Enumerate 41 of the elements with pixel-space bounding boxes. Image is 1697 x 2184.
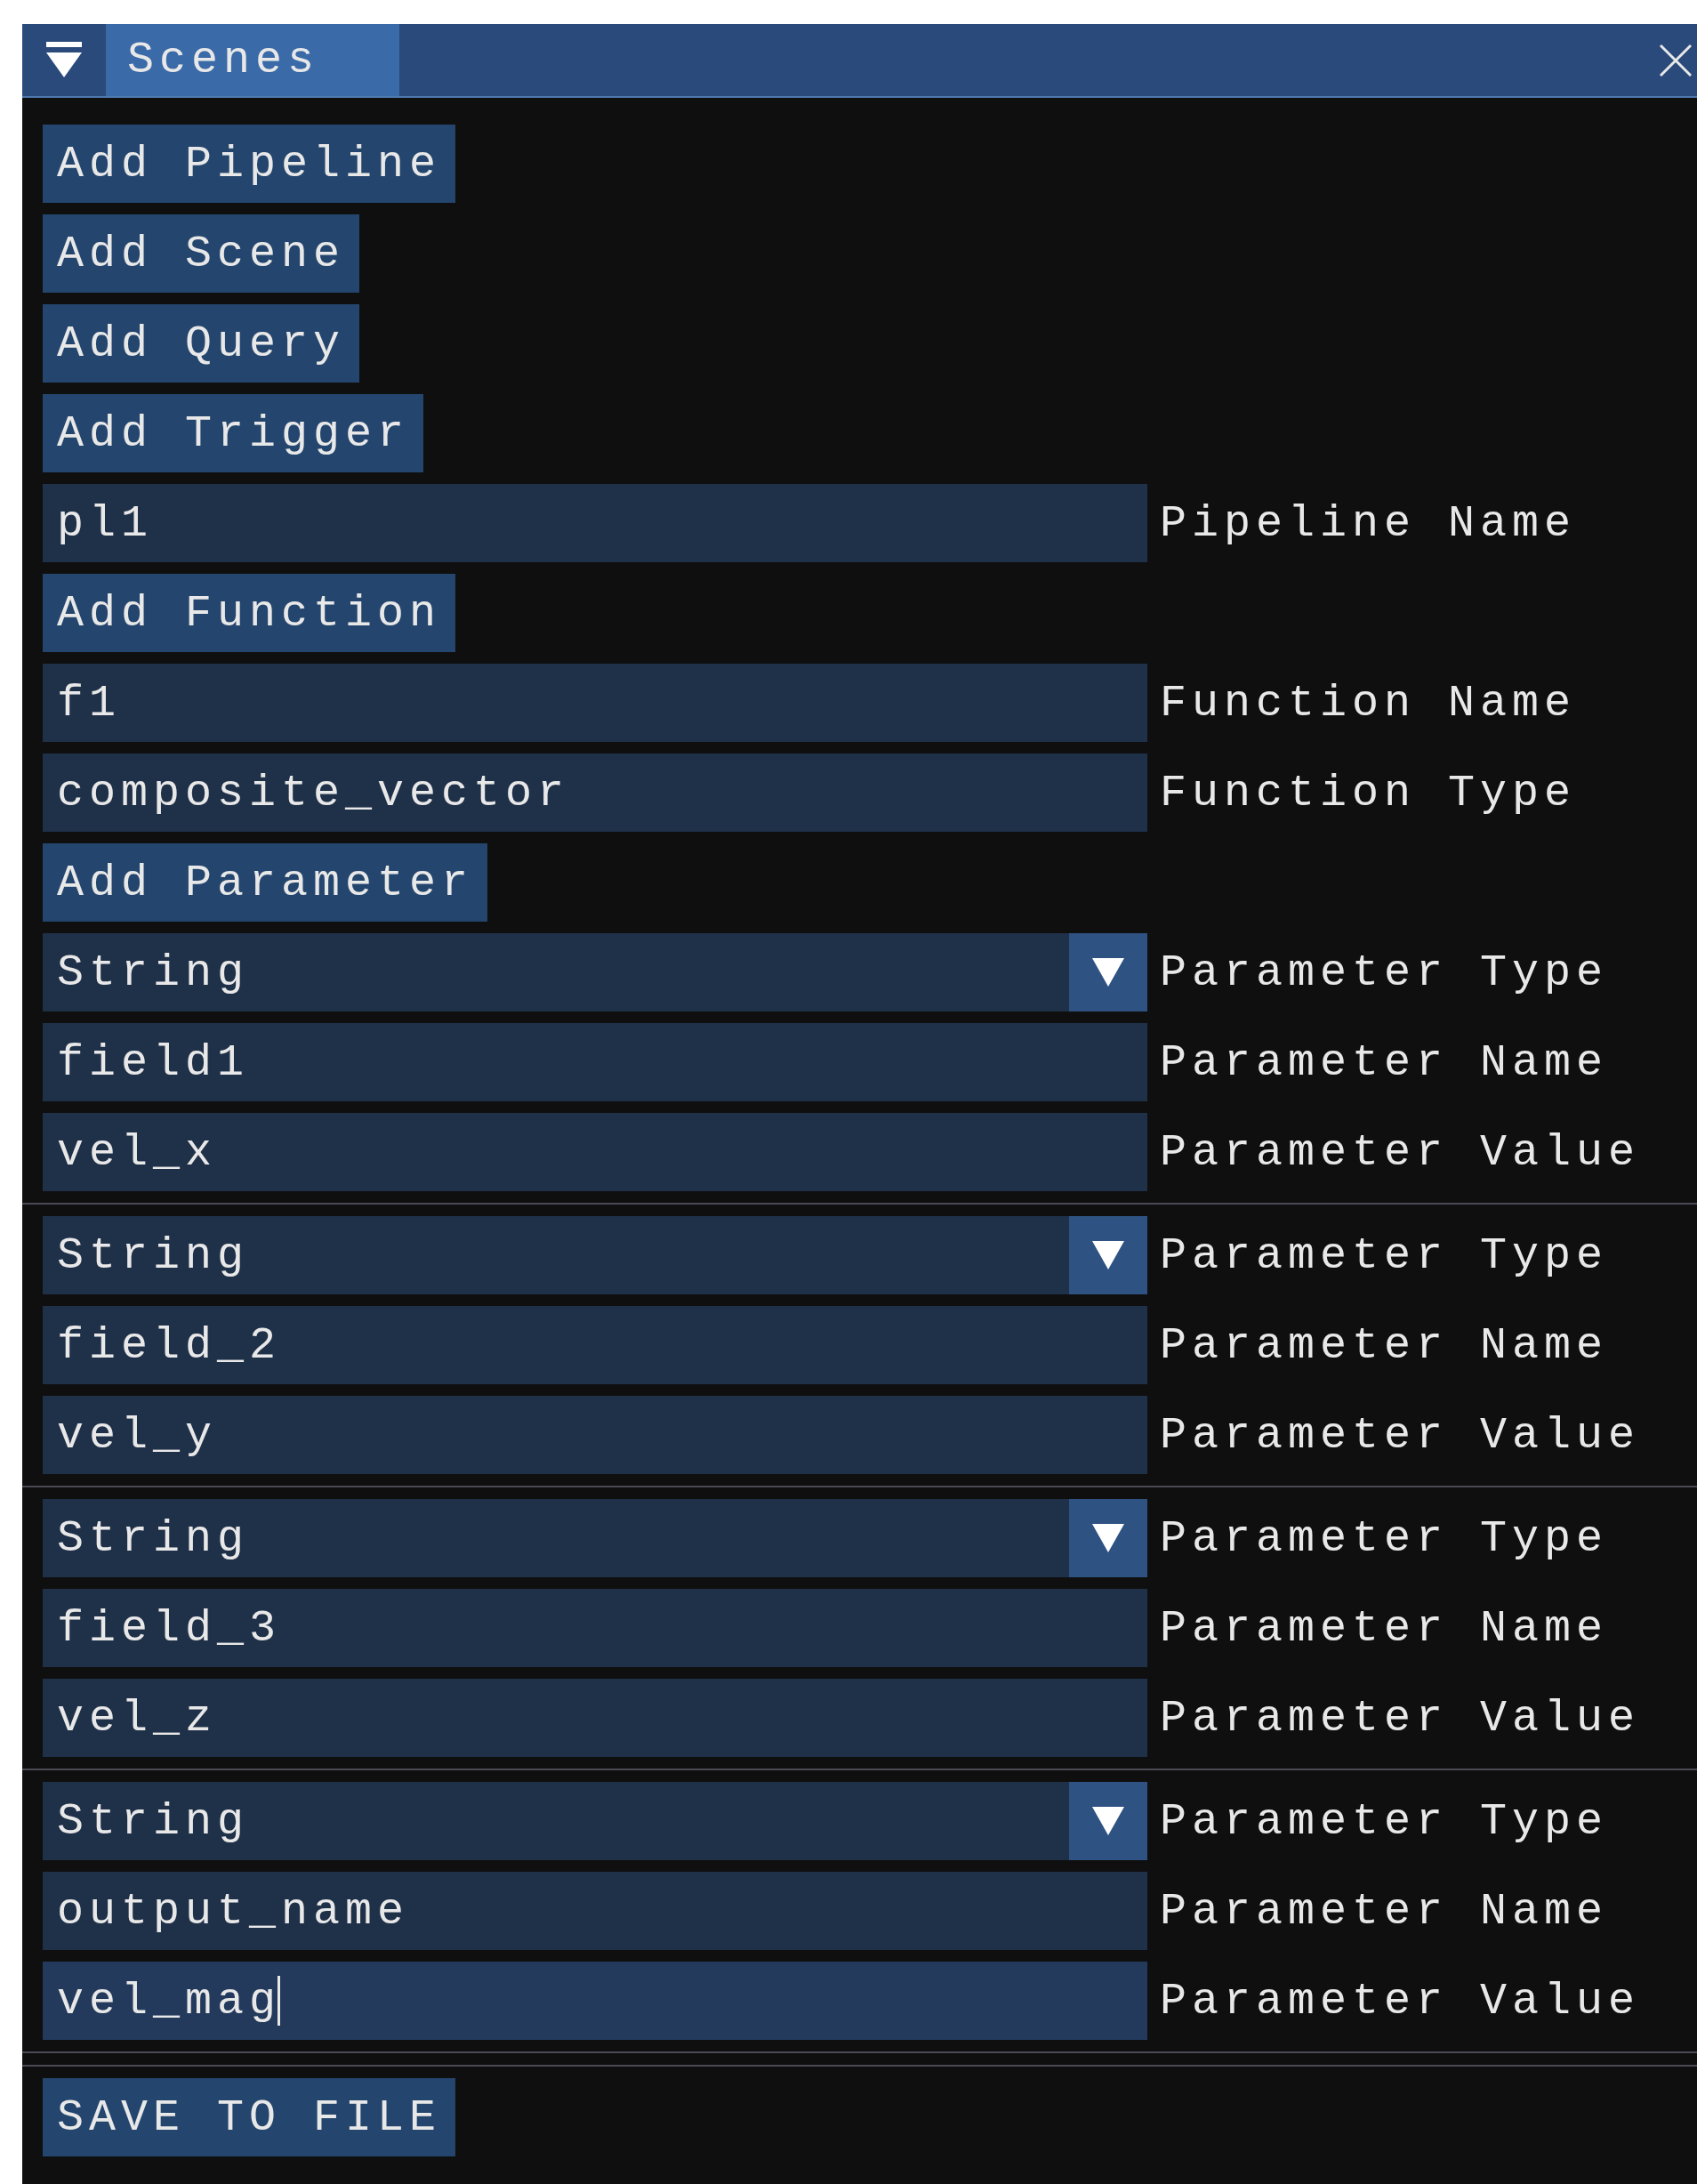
action-button[interactable]: Add Scene <box>43 214 360 293</box>
dropdown[interactable]: String <box>43 1216 1147 1294</box>
input-field[interactable]: vel_x <box>43 1113 1147 1191</box>
input-field[interactable]: field_3 <box>43 1589 1147 1667</box>
field-label: Parameter Value <box>1160 1691 1641 1745</box>
input-field[interactable]: f1 <box>43 664 1147 742</box>
action-button[interactable]: Add Trigger <box>43 394 424 472</box>
collapse-icon[interactable] <box>44 41 84 79</box>
input-field[interactable]: composite_vector <box>43 754 1147 832</box>
field-label: Parameter Value <box>1160 1125 1641 1180</box>
close-icon[interactable] <box>1658 42 1693 78</box>
action-button[interactable]: Add Function <box>43 574 456 652</box>
field-label: Parameter Type <box>1160 1511 1609 1566</box>
input-field[interactable]: vel_z <box>43 1679 1147 1757</box>
action-button[interactable]: Add Parameter <box>43 843 488 922</box>
field-label: Parameter Type <box>1160 946 1609 1000</box>
input-field[interactable]: output_name <box>43 1872 1147 1950</box>
field-label: Function Name <box>1160 676 1577 730</box>
field-label: Parameter Value <box>1160 1974 1641 2028</box>
field-label: Parameter Name <box>1160 1036 1609 1090</box>
field-label: Function Type <box>1160 766 1577 820</box>
field-label: Parameter Name <box>1160 1884 1609 1938</box>
input-field[interactable]: vel_y <box>43 1396 1147 1474</box>
input-field[interactable]: pl1 <box>43 484 1147 562</box>
input-field[interactable]: field1 <box>43 1023 1147 1101</box>
action-button[interactable]: SAVE TO FILE <box>43 2078 456 2156</box>
dropdown[interactable]: String <box>43 1782 1147 1860</box>
field-label: Parameter Name <box>1160 1318 1609 1373</box>
field-label: Pipeline Name <box>1160 496 1577 551</box>
field-label: Parameter Name <box>1160 1601 1609 1656</box>
window-title: Scenes <box>106 24 399 96</box>
action-button[interactable]: Add Query <box>43 304 360 383</box>
dropdown[interactable]: String <box>43 1499 1147 1577</box>
text-cursor <box>277 1976 281 2026</box>
field-label: Parameter Type <box>1160 1794 1609 1849</box>
input-field[interactable]: vel_mag <box>43 1962 1147 2040</box>
action-button[interactable]: Add Pipeline <box>43 125 456 203</box>
field-label: Parameter Value <box>1160 1408 1641 1463</box>
dropdown[interactable]: String <box>43 933 1147 1011</box>
input-field[interactable]: field_2 <box>43 1306 1147 1384</box>
field-label: Parameter Type <box>1160 1229 1609 1283</box>
